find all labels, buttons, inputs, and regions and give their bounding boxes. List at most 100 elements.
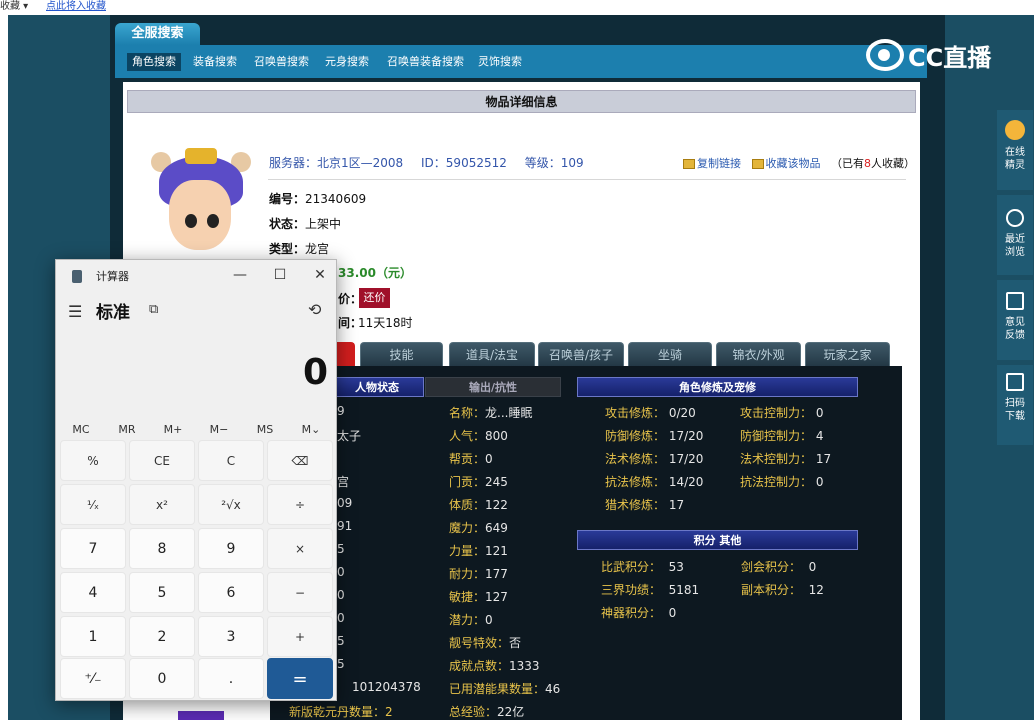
nav-pet-equipment-search[interactable]: 召唤兽装备搜索 — [382, 53, 469, 71]
history-icon[interactable]: ⟲ — [308, 300, 321, 319]
minimize-icon[interactable]: — — [228, 264, 252, 286]
memory-list-button[interactable]: M⌄ — [288, 418, 334, 442]
stat-potential: 潜力：0 — [449, 613, 493, 627]
digit-2-button[interactable]: 2 — [129, 616, 195, 657]
avatar-eye-left — [185, 214, 197, 228]
sidebar-online[interactable]: 在线 精灵 — [999, 120, 1031, 172]
percent-button[interactable]: % — [60, 440, 126, 481]
calculator-app-icon — [72, 270, 82, 283]
tab-outfits[interactable]: 锦衣/外观 — [716, 342, 801, 366]
decimal-button[interactable]: . — [198, 658, 264, 699]
memory-clear-button[interactable]: MC — [58, 418, 104, 442]
add-favorite-link[interactable]: 点此将入收藏 — [46, 0, 106, 12]
nav-equipment-search[interactable]: 装备搜索 — [188, 53, 242, 71]
left-val-1: 太子 — [337, 429, 362, 443]
points-artifact: 神器积分： 0 — [601, 606, 677, 620]
cult-defense: 防御修炼： 17/20 — [605, 429, 704, 443]
sidebar-scan-label: 扫码 下载 — [1005, 398, 1025, 422]
nav-role-search[interactable]: 角色搜索 — [127, 53, 181, 71]
item-number: 编号：21340609 — [269, 190, 366, 207]
tab-skills[interactable]: 技能 — [360, 342, 443, 366]
digit-7-button[interactable]: 7 — [60, 528, 126, 569]
left-val-6: 5 — [337, 542, 345, 556]
digit-0-button[interactable]: 0 — [129, 658, 195, 699]
item-thumbnail[interactable] — [178, 711, 224, 720]
item-status-value: 上架中 — [305, 217, 342, 231]
digit-3-button[interactable]: 3 — [198, 616, 264, 657]
maximize-icon[interactable]: ☐ — [268, 264, 292, 286]
role-id: ID：59052512 — [421, 156, 507, 170]
sidebar-feedback[interactable]: 意见 反馈 — [999, 292, 1031, 342]
square-button[interactable]: x² — [129, 484, 195, 525]
sidebar-online-box[interactable]: 在线 精灵 — [997, 110, 1033, 190]
memory-subtract-button[interactable]: M− — [196, 418, 242, 442]
calculator-titlebar[interactable]: 计算器 — ☐ ✕ — [56, 260, 336, 292]
fav-count: 8 — [864, 157, 871, 170]
minus-button[interactable]: − — [267, 572, 333, 613]
stat-total-exp: 总经验：22亿 — [449, 705, 525, 719]
memory-recall-button[interactable]: MR — [104, 418, 150, 442]
stat-achievements: 成就点数：1333 — [449, 659, 540, 673]
tab-home[interactable]: 玩家之家 — [805, 342, 890, 366]
scan-icon — [1006, 373, 1024, 391]
item-info-line: 服务器：北京1区—2008 ID：59052512 等级：109 — [269, 154, 598, 171]
digit-6-button[interactable]: 6 — [198, 572, 264, 613]
digit-4-button[interactable]: 4 — [60, 572, 126, 613]
fav-count-pre: （已有 — [831, 157, 864, 170]
tab-pets[interactable]: 召唤兽/孩子 — [538, 342, 624, 366]
sidebar-recent[interactable]: 最近 浏览 — [999, 209, 1031, 259]
equals-button[interactable]: = — [267, 658, 333, 699]
copy-link[interactable]: 复制链接 — [697, 157, 741, 170]
close-icon[interactable]: ✕ — [308, 264, 332, 286]
sidebar-scan-box[interactable]: 扫码 下载 — [997, 365, 1033, 445]
sub-header-status[interactable]: 人物状态 — [330, 377, 424, 397]
points-dungeon: 副本积分： 12 — [741, 583, 824, 597]
sqrt-button[interactable]: ²√x — [198, 484, 264, 525]
clear-button[interactable]: C — [198, 440, 264, 481]
nav-ornament-search[interactable]: 灵饰搜索 — [473, 53, 527, 71]
server-info: 服务器：北京1区—2008 — [269, 156, 404, 170]
digit-1-button[interactable]: 1 — [60, 616, 126, 657]
sub-header-output[interactable]: 输出/抗性 — [425, 377, 561, 397]
memory-store-button[interactable]: MS — [242, 418, 288, 442]
item-actions: 复制链接 收藏该物品 （已有8人收藏） — [683, 155, 915, 171]
digit-8-button[interactable]: 8 — [129, 528, 195, 569]
calculator-menubar: ☰ 标准 ⧉ ⟲ — [56, 296, 336, 326]
browser-favorites-bar: 收藏 ▾ 点此将入收藏 — [0, 0, 1034, 12]
sub-header-points: 积分 其他 — [577, 530, 858, 550]
sidebar-online-label: 在线 精灵 — [1005, 147, 1025, 171]
left-val-7: 0 — [337, 565, 345, 579]
memory-add-button[interactable]: M+ — [150, 418, 196, 442]
sidebar-scan[interactable]: 扫码 下载 — [999, 373, 1031, 423]
tab-items[interactable]: 道具/法宝 — [449, 342, 535, 366]
favorites-menu[interactable]: 收藏 ▾ — [0, 0, 28, 12]
digit-9-button[interactable]: 9 — [198, 528, 264, 569]
keep-on-top-icon[interactable]: ⧉ — [149, 302, 158, 317]
detail-header: 物品详细信息 — [127, 90, 916, 113]
item-price: 33.00（元） — [338, 266, 412, 280]
negate-button[interactable]: ⁺⁄₋ — [60, 658, 126, 699]
multiply-button[interactable]: × — [267, 528, 333, 569]
sub-header-cultivation: 角色修炼及宠修 — [577, 377, 858, 397]
global-search-tab[interactable]: 全服搜索 — [115, 23, 200, 45]
item-type: 类型：龙宫 — [269, 240, 329, 257]
sidebar-feedback-box[interactable]: 意见 反馈 — [997, 280, 1033, 360]
divide-button[interactable]: ÷ — [267, 484, 333, 525]
nav-avatar-search[interactable]: 元身搜索 — [320, 53, 374, 71]
tab-mounts[interactable]: 坐骑 — [628, 342, 712, 366]
bargain-button[interactable]: 还价 — [359, 288, 390, 308]
backspace-button[interactable]: ⌫ — [267, 440, 333, 481]
digit-5-button[interactable]: 5 — [129, 572, 195, 613]
hamburger-menu-icon[interactable]: ☰ — [68, 302, 82, 321]
reciprocal-button[interactable]: ¹⁄ₓ — [60, 484, 126, 525]
points-merit: 三界功绩： 5181 — [601, 583, 700, 597]
favorite-link[interactable]: 收藏该物品 — [766, 157, 821, 170]
plus-button[interactable]: + — [267, 616, 333, 657]
cc-logo-text: CC直播 — [908, 43, 992, 72]
clear-entry-button[interactable]: CE — [129, 440, 195, 481]
item-status-label: 状态： — [269, 217, 306, 231]
left-val-8: 0 — [337, 588, 345, 602]
search-nav: 角色搜索 装备搜索 召唤兽搜索 元身搜索 召唤兽装备搜索 灵饰搜索 — [115, 45, 927, 78]
nav-pet-search[interactable]: 召唤兽搜索 — [249, 53, 314, 71]
sidebar-recent-box[interactable]: 最近 浏览 — [997, 195, 1033, 275]
